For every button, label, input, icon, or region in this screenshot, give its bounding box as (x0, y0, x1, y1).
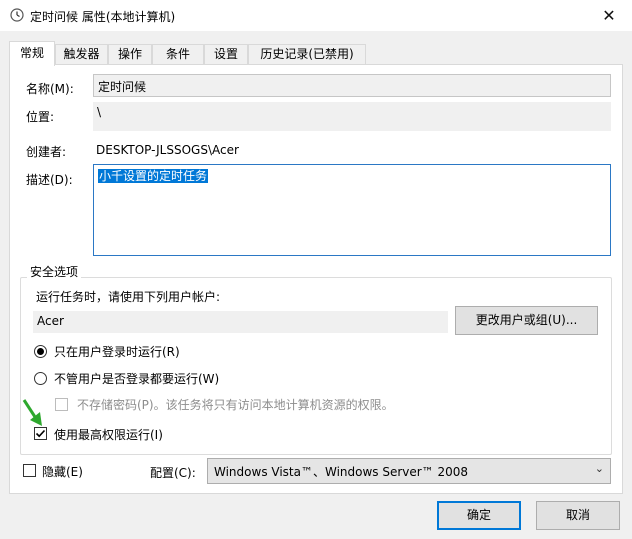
change-user-button[interactable]: 更改用户或组(U)... (455, 306, 598, 335)
security-group-title: 安全选项 (27, 263, 82, 280)
location-field[interactable]: \ (93, 102, 611, 131)
highest-privileges-label: 使用最高权限运行(I) (54, 428, 163, 442)
configure-value: Windows Vista™、Windows Server™ 2008 (214, 465, 469, 479)
radio-run-whether-logged-on-label: 不管用户是否登录都要运行(W) (54, 372, 220, 386)
clock-icon (10, 8, 24, 22)
location-label: 位置: (26, 110, 55, 124)
cancel-button[interactable]: 取消 (536, 501, 620, 530)
name-field[interactable]: 定时问候 (93, 74, 611, 97)
configure-label: 配置(C): (150, 466, 196, 480)
radio-run-when-logged-on-label: 只在用户登录时运行(R) (54, 345, 180, 359)
no-store-password-checkbox[interactable] (55, 398, 68, 411)
no-store-password-label: 不存储密码(P)。该任务将只有访问本地计算机资源的权限。 (77, 398, 394, 412)
description-textarea[interactable]: 小千设置的定时任务 (93, 164, 611, 256)
ok-button[interactable]: 确定 (437, 501, 521, 530)
tab-history[interactable]: 历史记录(已禁用) (248, 44, 366, 65)
author-label: 创建者: (26, 145, 67, 159)
description-label: 描述(D): (26, 173, 73, 187)
tab-settings[interactable]: 设置 (204, 44, 248, 65)
title-bar: 定时问候 属性(本地计算机) ✕ (0, 0, 632, 31)
annotation-arrow-icon (22, 399, 42, 426)
description-text: 小千设置的定时任务 (98, 169, 209, 183)
tab-general[interactable]: 常规 (9, 41, 55, 66)
configure-select[interactable]: Windows Vista™、Windows Server™ 2008 ⌄ (207, 458, 611, 484)
radio-run-when-logged-on[interactable] (34, 345, 47, 358)
hidden-checkbox[interactable] (23, 464, 36, 477)
author-value: DESKTOP-JLSSOGS\Acer (96, 143, 239, 157)
window-title: 定时问候 属性(本地计算机) (30, 10, 176, 24)
close-icon: ✕ (602, 6, 616, 25)
user-account-field[interactable]: Acer (33, 311, 448, 333)
hidden-label: 隐藏(E) (42, 465, 83, 479)
run-as-label: 运行任务时，请使用下列用户帐户: (36, 290, 221, 304)
name-label: 名称(M): (26, 82, 74, 96)
close-button[interactable]: ✕ (586, 0, 632, 31)
chevron-down-icon: ⌄ (594, 462, 604, 475)
tab-triggers[interactable]: 触发器 (55, 44, 108, 65)
tab-actions[interactable]: 操作 (108, 44, 152, 65)
radio-run-whether-logged-on[interactable] (34, 372, 47, 385)
tab-conditions[interactable]: 条件 (152, 44, 204, 65)
general-panel: 名称(M): 定时问候 位置: \ 创建者: DESKTOP-JLSSOGS\A… (9, 64, 623, 494)
